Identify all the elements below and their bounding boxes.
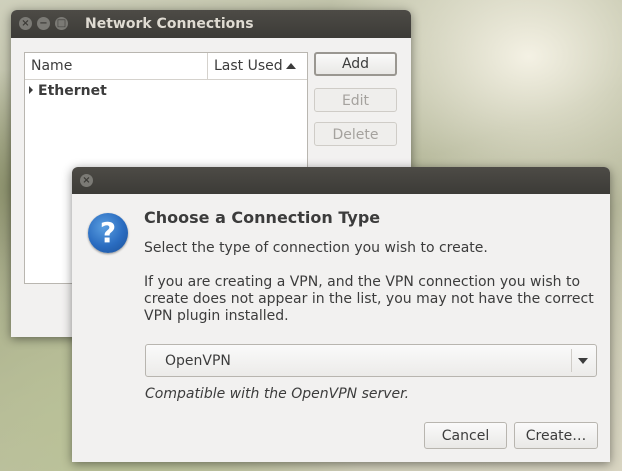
edit-button[interactable]: Edit: [314, 88, 397, 112]
list-item-label: Ethernet: [38, 83, 107, 99]
window-title: Network Connections: [85, 16, 254, 32]
main-titlebar[interactable]: × − □ Network Connections: [11, 10, 411, 38]
minimize-icon[interactable]: −: [37, 17, 50, 30]
maximize-icon[interactable]: □: [55, 17, 68, 30]
create-button[interactable]: Create…: [514, 422, 598, 449]
chevron-down-icon[interactable]: [578, 358, 588, 364]
sort-ascending-icon: [286, 63, 296, 69]
connection-type-dialog: × ? Choose a Connection Type Select the …: [72, 167, 610, 462]
close-icon[interactable]: ×: [19, 17, 32, 30]
dialog-info-text: If you are creating a VPN, and the VPN c…: [144, 274, 594, 324]
cancel-button[interactable]: Cancel: [424, 422, 507, 449]
add-button[interactable]: Add: [314, 52, 397, 76]
column-name[interactable]: Name: [31, 58, 72, 74]
dialog-subheading: Select the type of connection you wish t…: [144, 240, 488, 256]
connection-type-select[interactable]: OpenVPN: [145, 344, 597, 377]
connection-type-description: Compatible with the OpenVPN server.: [145, 386, 410, 402]
column-last-used[interactable]: Last Used: [214, 58, 283, 74]
close-icon[interactable]: ×: [80, 174, 93, 187]
list-header: Name Last Used: [25, 53, 307, 80]
expander-arrow-icon[interactable]: [29, 86, 33, 94]
combo-separator: [571, 349, 572, 372]
list-item[interactable]: Ethernet: [27, 83, 107, 99]
connection-type-value: OpenVPN: [165, 353, 231, 369]
dialog-titlebar[interactable]: ×: [72, 167, 610, 194]
dialog-heading: Choose a Connection Type: [144, 208, 381, 227]
question-icon: ?: [88, 213, 128, 253]
delete-button[interactable]: Delete: [314, 122, 397, 146]
column-divider: [207, 53, 208, 79]
